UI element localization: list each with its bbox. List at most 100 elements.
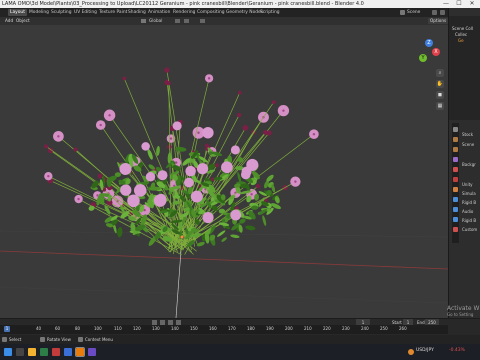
ruler-tick: 150 xyxy=(190,326,198,331)
prop-rigid-body-world[interactable]: Rigid B xyxy=(462,218,476,223)
outliner-panel[interactable]: Scene Coll Collec Ge xyxy=(448,8,480,120)
render-icon[interactable] xyxy=(440,10,445,15)
tab-sculpting[interactable]: Sculpting xyxy=(49,9,74,16)
search-icon[interactable] xyxy=(16,348,24,356)
menu-object[interactable]: Object xyxy=(16,17,30,25)
flower xyxy=(202,212,214,224)
proportional-edit-icon[interactable] xyxy=(200,19,205,23)
modifier-props-icon[interactable] xyxy=(453,197,458,202)
properties-tabs xyxy=(452,123,459,243)
camera-icon[interactable]: ◼ xyxy=(436,91,444,99)
prop-scene[interactable]: Scene xyxy=(462,142,474,147)
world-props-icon[interactable] xyxy=(453,177,458,182)
pivot-icon[interactable] xyxy=(175,19,180,23)
prop-background[interactable]: Backgr xyxy=(462,162,476,167)
app-icon[interactable] xyxy=(52,348,60,356)
leaf xyxy=(230,234,240,239)
app-icon[interactable] xyxy=(64,348,72,356)
scene-selector[interactable]: Scene xyxy=(407,8,420,17)
flower-center xyxy=(96,194,99,197)
flower-center xyxy=(294,180,297,183)
tab-texture-paint[interactable]: Texture Paint xyxy=(97,9,129,16)
view-layer-props-icon[interactable] xyxy=(453,157,458,162)
ruler-tick: 140 xyxy=(171,326,179,331)
flower-center xyxy=(169,137,173,140)
maximize-button[interactable]: ☐ xyxy=(453,0,465,8)
flower-center xyxy=(99,123,102,127)
properties-header: Stock xyxy=(462,132,474,137)
navigation-gizmo[interactable]: X Y Z xyxy=(416,39,442,65)
leaf xyxy=(196,241,205,247)
object-props-icon[interactable] xyxy=(453,187,458,192)
transform-orientation-icon[interactable] xyxy=(141,19,146,23)
os-taskbar: USD/JPY -0.43% xyxy=(0,344,480,360)
tab-compositing[interactable]: Compositing xyxy=(195,9,227,16)
options-dropdown[interactable]: Options xyxy=(428,18,449,24)
zoom-icon[interactable]: ⌕ xyxy=(436,69,444,77)
flower-bud xyxy=(166,81,171,86)
tab-layout[interactable]: Layout xyxy=(8,9,27,16)
tab-rendering[interactable]: Rendering xyxy=(171,9,197,16)
file-explorer-icon[interactable] xyxy=(28,348,36,356)
flower xyxy=(120,184,132,196)
prop-audio[interactable]: Audio xyxy=(462,209,473,214)
ruler-tick: 110 xyxy=(114,326,122,331)
minimize-button[interactable]: — xyxy=(440,0,452,8)
flower xyxy=(184,177,194,188)
tool-icon[interactable] xyxy=(453,127,458,132)
window-titlebar: LAMA OMO\3d Model\Plants\03_Processing t… xyxy=(0,0,480,8)
flower-center xyxy=(312,133,316,136)
menu-add[interactable]: Add xyxy=(5,17,13,25)
start-icon[interactable] xyxy=(4,348,12,356)
snap-icon[interactable] xyxy=(184,19,189,23)
hand-icon[interactable]: ✋ xyxy=(436,80,444,88)
prop-simulation[interactable]: Simula xyxy=(462,191,476,196)
material-props-icon[interactable] xyxy=(453,227,458,232)
render-props-icon[interactable] xyxy=(453,137,458,142)
flower xyxy=(127,194,140,208)
ruler-tick: 250 xyxy=(380,326,388,331)
object-origin xyxy=(180,235,184,239)
prop-rigid-body[interactable]: Rigid B xyxy=(462,200,476,205)
flower-bud xyxy=(242,125,249,131)
viewport-3d[interactable]: X Y Z ⌕ ✋ ◼ ▦ xyxy=(0,25,448,318)
timeline-ruler[interactable]: 1 40 60 80 100 110 120 130 140 150 160 1… xyxy=(0,325,448,334)
ticker-change: -0.43% xyxy=(449,348,465,353)
output-props-icon[interactable] xyxy=(453,147,458,152)
prop-unity[interactable]: Unity xyxy=(462,182,473,187)
grid-icon[interactable]: ▦ xyxy=(436,102,444,110)
ruler-tick: 120 xyxy=(133,326,141,331)
gizmo-x-axis[interactable]: X xyxy=(432,48,440,56)
tab-shading[interactable]: Shading xyxy=(126,9,148,16)
weather-icon xyxy=(408,349,414,355)
tab-animation[interactable]: Animation xyxy=(146,9,172,16)
outliner-row-collection[interactable]: Collec xyxy=(455,32,467,37)
flower-center xyxy=(207,77,211,80)
mouse-right-icon xyxy=(78,337,83,342)
mouse-middle-icon xyxy=(40,337,45,342)
tab-uv-editing[interactable]: UV Editing xyxy=(72,9,99,16)
outliner-row-scene-collection[interactable]: Scene Coll xyxy=(452,26,473,31)
playhead-marker[interactable]: 1 xyxy=(4,326,10,332)
orientation-dropdown[interactable]: Global xyxy=(149,17,162,25)
particles-props-icon[interactable] xyxy=(453,207,458,212)
gizmo-z-axis[interactable]: Z xyxy=(425,39,433,47)
flower xyxy=(141,142,150,151)
close-button[interactable]: ✕ xyxy=(466,0,478,8)
scene-props-icon[interactable] xyxy=(453,167,458,172)
app-icon[interactable] xyxy=(88,348,96,356)
flower xyxy=(230,145,240,155)
prop-custom-properties[interactable]: Custom xyxy=(462,227,477,232)
flower xyxy=(172,121,182,131)
tab-scripting[interactable]: Scripting xyxy=(258,9,282,16)
leaf xyxy=(245,225,256,231)
blender-icon[interactable] xyxy=(75,347,85,357)
physics-props-icon[interactable] xyxy=(453,217,458,222)
ruler-tick: 60 xyxy=(55,326,61,331)
geranium-plant[interactable] xyxy=(44,67,319,256)
gizmo-y-axis[interactable]: Y xyxy=(419,54,427,62)
view-layer-icon[interactable] xyxy=(432,10,437,15)
tab-modeling[interactable]: Modeling xyxy=(27,9,51,16)
outliner-row-object[interactable]: Ge xyxy=(458,38,464,43)
app-icon[interactable] xyxy=(40,348,48,356)
